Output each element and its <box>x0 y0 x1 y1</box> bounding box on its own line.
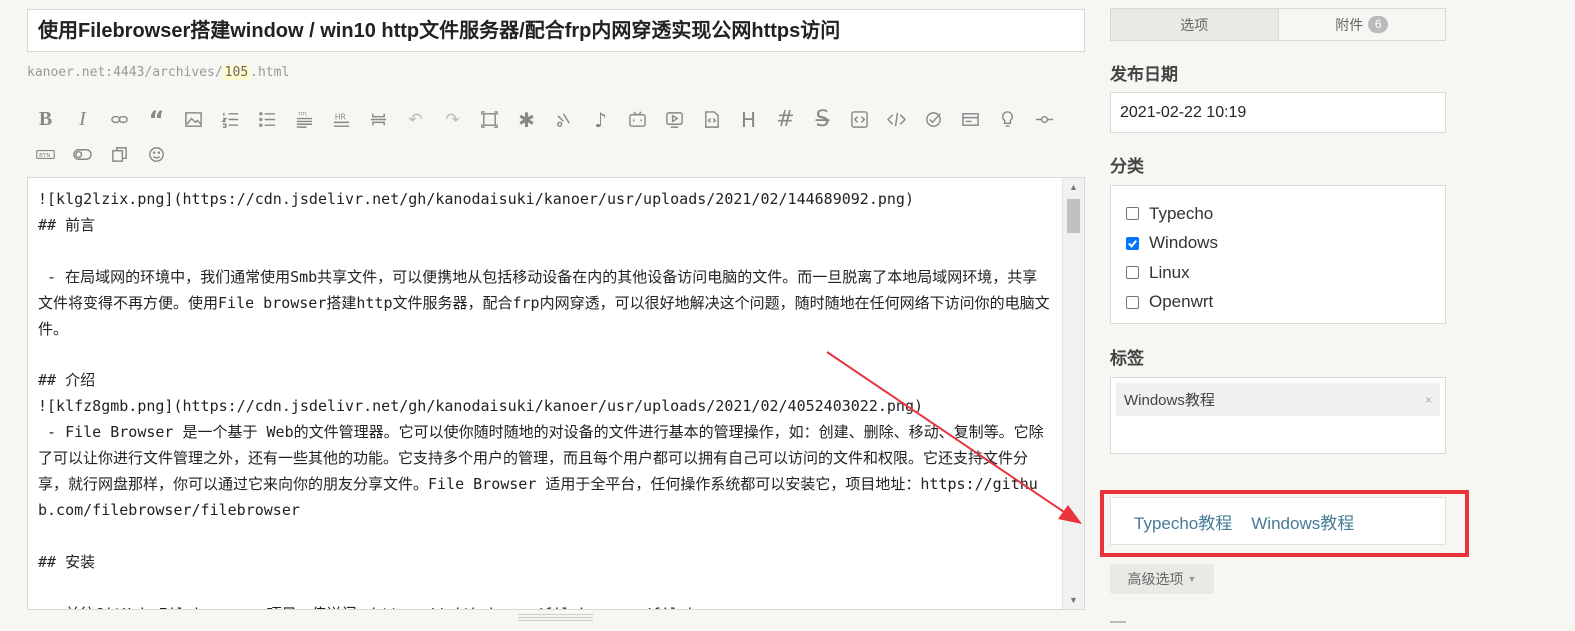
strikethrough-icon[interactable]: S̶ <box>804 104 841 135</box>
lightbulb-icon[interactable] <box>989 104 1026 135</box>
tab-attachments[interactable]: 附件 6 <box>1279 9 1446 40</box>
attachment-count-badge: 6 <box>1368 16 1389 33</box>
category-item-label: Openwrt <box>1149 292 1214 312</box>
undo-icon[interactable]: ↶ <box>397 104 434 135</box>
music-link-icon[interactable] <box>545 104 582 135</box>
remove-tag-icon[interactable]: × <box>1425 393 1432 407</box>
tag-chip: Windows教程 × <box>1116 383 1440 416</box>
permalink-suffix: .html <box>250 65 290 80</box>
file-code-icon[interactable] <box>693 104 730 135</box>
svg-text:TITL: TITL <box>297 112 308 118</box>
publish-date-input[interactable]: 2021-02-22 10:19 <box>1110 92 1446 133</box>
check-icon[interactable] <box>915 104 952 135</box>
advanced-options-button[interactable]: 高级选项 ▼ <box>1110 564 1214 594</box>
emoji-icon[interactable] <box>138 139 175 170</box>
btn-icon[interactable]: BTN <box>27 139 64 170</box>
divider <box>1110 621 1126 623</box>
more-icon[interactable] <box>360 104 397 135</box>
heading-icon[interactable]: H <box>730 104 767 135</box>
music-note-icon[interactable]: ♪ <box>582 104 619 135</box>
unordered-list-icon[interactable] <box>249 104 286 135</box>
category-item-typecho[interactable]: Typecho <box>1126 199 1445 229</box>
category-item-label: Typecho <box>1149 203 1214 223</box>
publish-date-label: 发布日期 <box>1110 65 1178 84</box>
image-icon[interactable] <box>175 104 212 135</box>
post-title-input[interactable]: 使用Filebrowser搭建window / win10 http文件服务器/… <box>27 9 1085 52</box>
scroll-thumb[interactable] <box>1067 199 1080 233</box>
scroll-up-arrow-icon[interactable]: ▲ <box>1063 178 1084 196</box>
bilibili-icon[interactable] <box>619 104 656 135</box>
permalink-prefix: kanoer.net:4443/archives/ <box>27 65 223 80</box>
advanced-options-label: 高级选项 <box>1127 571 1184 587</box>
hashtag-icon[interactable]: # <box>767 104 804 135</box>
category-item-label: Linux <box>1149 262 1190 282</box>
card-icon[interactable] <box>952 104 989 135</box>
ordered-list-icon[interactable] <box>212 104 249 135</box>
category-checkbox[interactable] <box>1126 266 1139 280</box>
category-list: Typecho Windows Linux Openwrt <box>1110 185 1446 324</box>
category-item-label: Windows <box>1149 233 1218 253</box>
link-icon[interactable] <box>101 104 138 135</box>
slider-icon[interactable] <box>1026 104 1063 135</box>
category-label: 分类 <box>1110 157 1144 176</box>
category-item-windows[interactable]: Windows <box>1126 229 1445 259</box>
fullscreen-icon[interactable] <box>471 104 508 135</box>
caret-down-icon: ▼ <box>1187 574 1197 584</box>
category-checkbox[interactable] <box>1126 207 1139 221</box>
bold-icon[interactable]: B <box>27 104 64 135</box>
video-icon[interactable] <box>656 104 693 135</box>
tab-options[interactable]: 选项 <box>1111 9 1279 40</box>
copy-icon[interactable] <box>101 139 138 170</box>
redo-icon[interactable]: ↷ <box>434 104 471 135</box>
svg-text:HR: HR <box>335 113 347 122</box>
category-checkbox[interactable] <box>1126 236 1139 250</box>
editor-text[interactable]: ![klg2lzix.png](https://cdn.jsdelivr.net… <box>28 178 1062 609</box>
sidebar-tabs: 选项 附件 6 <box>1110 8 1446 41</box>
svg-text:BTN: BTN <box>39 153 50 159</box>
hr-icon[interactable]: HR <box>323 104 360 135</box>
toggle-icon[interactable] <box>64 139 101 170</box>
permalink-slug[interactable]: 105 <box>222 65 251 80</box>
code-block-icon[interactable] <box>878 104 915 135</box>
scroll-down-arrow-icon[interactable]: ▼ <box>1063 591 1084 609</box>
tag-chip-label: Windows教程 <box>1124 392 1215 409</box>
category-item-linux[interactable]: Linux <box>1126 258 1445 288</box>
italic-icon[interactable]: I <box>64 104 101 135</box>
editor-scrollbar[interactable]: ▲ ▼ <box>1062 178 1084 609</box>
permalink: kanoer.net:4443/archives/105 .html <box>27 65 289 80</box>
editor-resize-handle[interactable] <box>518 614 593 621</box>
tag-input[interactable]: Windows教程 × <box>1110 377 1446 454</box>
quote-icon[interactable]: “ <box>138 104 175 135</box>
asterisk-icon[interactable]: ✱ <box>508 104 545 135</box>
category-item-openwrt[interactable]: Openwrt <box>1126 288 1445 318</box>
category-checkbox[interactable] <box>1126 295 1139 309</box>
code-icon[interactable] <box>841 104 878 135</box>
annotation-highlight-box <box>1100 490 1469 557</box>
tag-label: 标签 <box>1110 349 1144 368</box>
editor-toolbar: B I “ TITL HR ↶ ↷ ✱ ♪ H # S̶ BTN <box>27 104 1085 170</box>
title-icon[interactable]: TITL <box>286 104 323 135</box>
markdown-editor[interactable]: ![klg2lzix.png](https://cdn.jsdelivr.net… <box>27 177 1085 610</box>
